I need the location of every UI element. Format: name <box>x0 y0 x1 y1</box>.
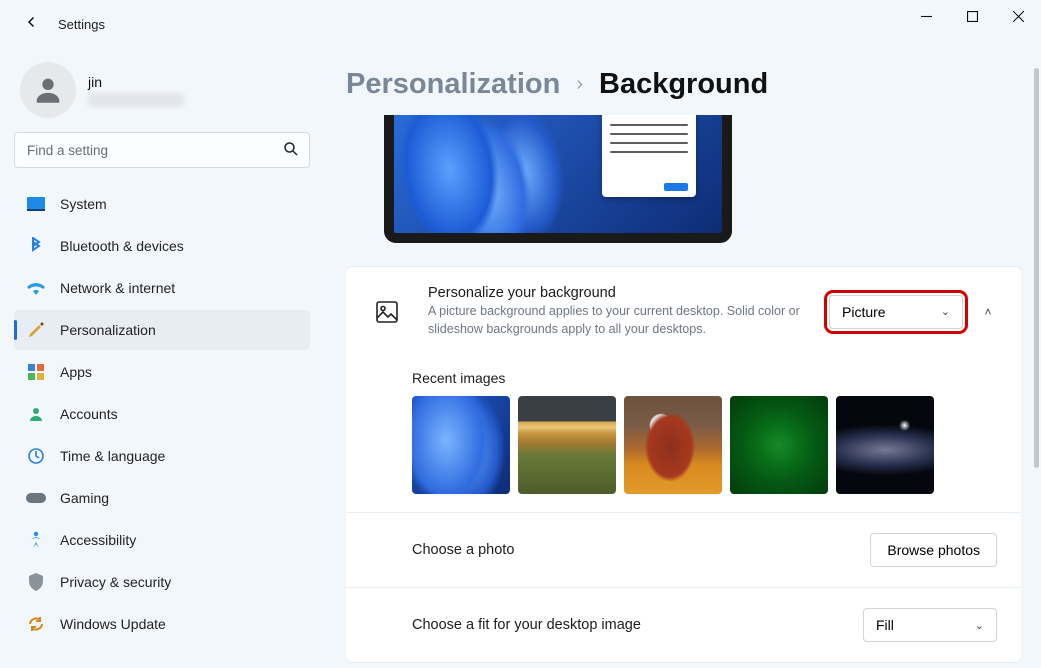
display-icon <box>26 194 46 214</box>
nav-gaming[interactable]: Gaming <box>14 478 310 518</box>
nav-label: Windows Update <box>60 616 166 632</box>
user-email-redacted <box>88 93 184 107</box>
chevron-right-icon: › <box>576 73 583 96</box>
person-icon <box>26 404 46 424</box>
breadcrumb-parent[interactable]: Personalization <box>346 68 560 101</box>
user-name: jin <box>88 74 184 90</box>
choose-fit-label: Choose a fit for your desktop image <box>412 617 641 633</box>
nav-accounts[interactable]: Accounts <box>14 394 310 434</box>
breadcrumb: Personalization › Background <box>346 68 1021 101</box>
background-card: Personalize your background A picture ba… <box>346 267 1021 662</box>
nav-label: Accessibility <box>60 532 136 548</box>
select-value: Fill <box>876 617 894 633</box>
recent-image-thumb[interactable] <box>624 396 722 494</box>
personalize-title: Personalize your background <box>428 285 803 301</box>
button-label: Browse photos <box>887 542 980 558</box>
breadcrumb-current: Background <box>599 68 768 101</box>
main-content: Personalization › Background Personalize… <box>346 68 1021 668</box>
nav-network[interactable]: Network & internet <box>14 268 310 308</box>
nav-label: Apps <box>60 364 92 380</box>
window-title: Settings <box>58 17 105 32</box>
nav-apps[interactable]: Apps <box>14 352 310 392</box>
shield-icon <box>26 572 46 592</box>
nav-accessibility[interactable]: Accessibility <box>14 520 310 560</box>
maximize-button[interactable] <box>949 0 995 32</box>
search-input[interactable] <box>14 132 310 168</box>
nav-label: Network & internet <box>60 280 175 296</box>
desktop-preview <box>384 115 732 243</box>
preview-window-mock <box>602 115 696 197</box>
recent-image-thumb[interactable] <box>518 396 616 494</box>
nav-list: System Bluetooth & devices Network & int… <box>14 184 310 644</box>
personalize-subtitle: A picture background applies to your cur… <box>428 302 803 338</box>
nav-label: Personalization <box>60 322 156 338</box>
clock-globe-icon <box>26 446 46 466</box>
choose-fit-row: Choose a fit for your desktop image Fill… <box>346 587 1021 662</box>
chevron-down-icon: ⌄ <box>975 619 984 632</box>
paintbrush-icon <box>26 320 46 340</box>
choose-photo-label: Choose a photo <box>412 542 514 558</box>
gamepad-icon <box>26 488 46 508</box>
apps-icon <box>26 362 46 382</box>
personalize-row: Personalize your background A picture ba… <box>346 267 1021 356</box>
nav-label: Bluetooth & devices <box>60 238 184 254</box>
nav-label: System <box>60 196 107 212</box>
search-wrap <box>14 132 310 168</box>
recent-image-thumb[interactable] <box>836 396 934 494</box>
picture-icon <box>372 301 402 323</box>
minimize-button[interactable] <box>903 0 949 32</box>
title-bar: Settings <box>0 0 1041 48</box>
search-icon <box>282 140 300 158</box>
browse-photos-button[interactable]: Browse photos <box>870 533 997 567</box>
vertical-scrollbar[interactable] <box>1034 68 1039 468</box>
recent-image-thumb[interactable] <box>412 396 510 494</box>
nav-privacy[interactable]: Privacy & security <box>14 562 310 602</box>
nav-bluetooth[interactable]: Bluetooth & devices <box>14 226 310 266</box>
nav-windows-update[interactable]: Windows Update <box>14 604 310 644</box>
recent-images-label: Recent images <box>346 356 1021 396</box>
nav-time-language[interactable]: Time & language <box>14 436 310 476</box>
settings-window: Settings jin System <box>0 0 1041 668</box>
recent-image-thumb[interactable] <box>730 396 828 494</box>
background-type-select[interactable]: Picture ⌄ <box>829 295 963 329</box>
nav-system[interactable]: System <box>14 184 310 224</box>
avatar <box>20 62 76 118</box>
collapse-section-button[interactable]: ˄ <box>979 305 997 319</box>
wallpaper-bloom <box>384 115 623 243</box>
close-button[interactable] <box>995 0 1041 32</box>
nav-label: Gaming <box>60 490 109 506</box>
nav-label: Accounts <box>60 406 118 422</box>
nav-personalization[interactable]: Personalization <box>14 310 310 350</box>
wifi-icon <box>26 278 46 298</box>
back-button[interactable] <box>12 13 52 36</box>
select-value: Picture <box>842 304 886 320</box>
user-profile[interactable]: jin <box>14 56 310 132</box>
choose-photo-row: Choose a photo Browse photos <box>346 512 1021 587</box>
nav-label: Time & language <box>60 448 165 464</box>
window-controls <box>903 0 1041 40</box>
nav-label: Privacy & security <box>60 574 171 590</box>
bluetooth-icon <box>26 236 46 256</box>
fit-select[interactable]: Fill ⌄ <box>863 608 997 642</box>
recent-images-row <box>346 396 1021 512</box>
sync-icon <box>26 614 46 634</box>
sidebar: jin System Bluetooth & devices Network &… <box>14 56 310 644</box>
accessibility-icon <box>26 530 46 550</box>
chevron-down-icon: ⌄ <box>941 305 950 318</box>
